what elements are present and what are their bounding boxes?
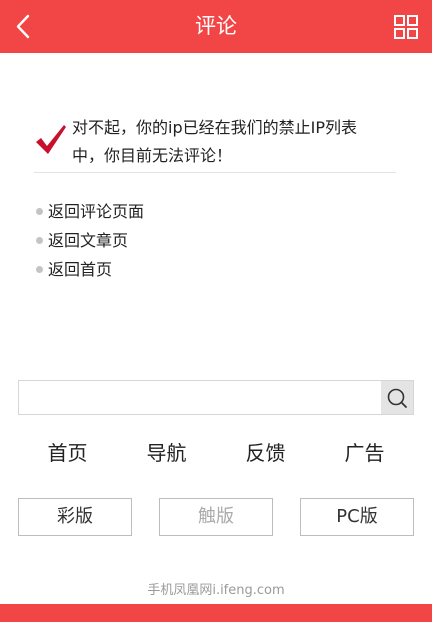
grid-icon bbox=[394, 15, 418, 39]
bullet-dot bbox=[36, 208, 43, 215]
checkmark-icon bbox=[36, 125, 66, 154]
bottom-bar bbox=[0, 604, 432, 622]
header-bar: 评论 bbox=[0, 0, 432, 53]
nav-feedback[interactable]: 反馈 bbox=[216, 436, 315, 470]
nav-home[interactable]: 首页 bbox=[18, 436, 117, 470]
link-label[interactable]: 返回首页 bbox=[48, 255, 112, 284]
return-links: 返回评论页面 返回文章页 返回首页 bbox=[36, 197, 144, 284]
notice-line-2: 中，你目前无法评论！ bbox=[72, 146, 233, 165]
page-title: 评论 bbox=[195, 14, 237, 38]
nav-ads[interactable]: 广告 bbox=[315, 436, 414, 470]
link-back-to-home[interactable]: 返回首页 bbox=[36, 255, 144, 284]
search-input[interactable] bbox=[19, 381, 382, 414]
notice-line-1: 对不起，你的ip已经在我们的禁止IP列表 bbox=[72, 118, 357, 137]
version-color-button[interactable]: 彩版 bbox=[18, 498, 132, 536]
link-label[interactable]: 返回文章页 bbox=[48, 226, 128, 255]
menu-button[interactable] bbox=[392, 13, 420, 41]
search-box bbox=[18, 380, 414, 415]
bullet-dot bbox=[36, 237, 43, 244]
ban-notice: 对不起，你的ip已经在我们的禁止IP列表 中，你目前无法评论！ bbox=[34, 112, 396, 173]
link-back-to-comments[interactable]: 返回评论页面 bbox=[36, 197, 144, 226]
search-button[interactable] bbox=[381, 381, 413, 414]
link-label[interactable]: 返回评论页面 bbox=[48, 197, 144, 226]
site-footer: 手机凤凰网i.ifeng.com bbox=[147, 583, 285, 598]
bullet-dot bbox=[36, 266, 43, 273]
version-pc-button[interactable]: PC版 bbox=[300, 498, 414, 536]
notice-message: 对不起，你的ip已经在我们的禁止IP列表 中，你目前无法评论！ bbox=[72, 114, 392, 170]
version-touch-button[interactable]: 触版 bbox=[159, 498, 273, 536]
link-back-to-article[interactable]: 返回文章页 bbox=[36, 226, 144, 255]
nav-navigation[interactable]: 导航 bbox=[117, 436, 216, 470]
search-icon bbox=[387, 388, 407, 408]
footer-nav: 首页 导航 反馈 广告 bbox=[18, 436, 414, 470]
